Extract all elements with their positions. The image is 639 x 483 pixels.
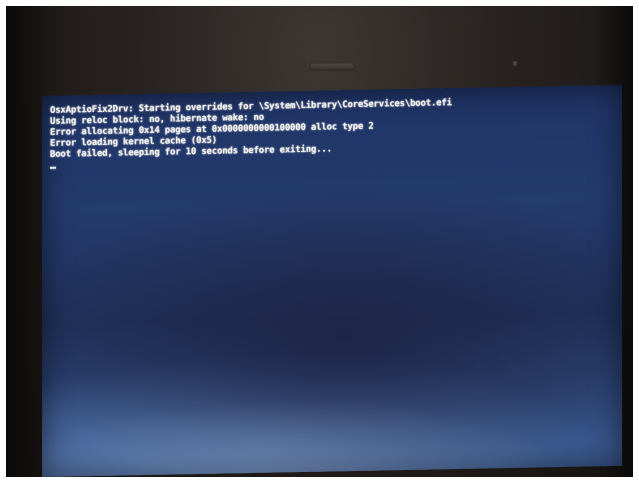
ambient-light-sensor-icon <box>513 61 517 66</box>
webcam-slot-icon <box>309 62 355 71</box>
text-cursor <box>50 166 56 169</box>
boot-console-screen: OsxAptioFix2Drv: Starting overrides for … <box>42 84 622 477</box>
boot-console-output: OsxAptioFix2Drv: Starting overrides for … <box>50 95 610 169</box>
photo-of-laptop-screen: OsxAptioFix2Drv: Starting overrides for … <box>0 0 639 483</box>
screen-glare <box>42 334 622 477</box>
